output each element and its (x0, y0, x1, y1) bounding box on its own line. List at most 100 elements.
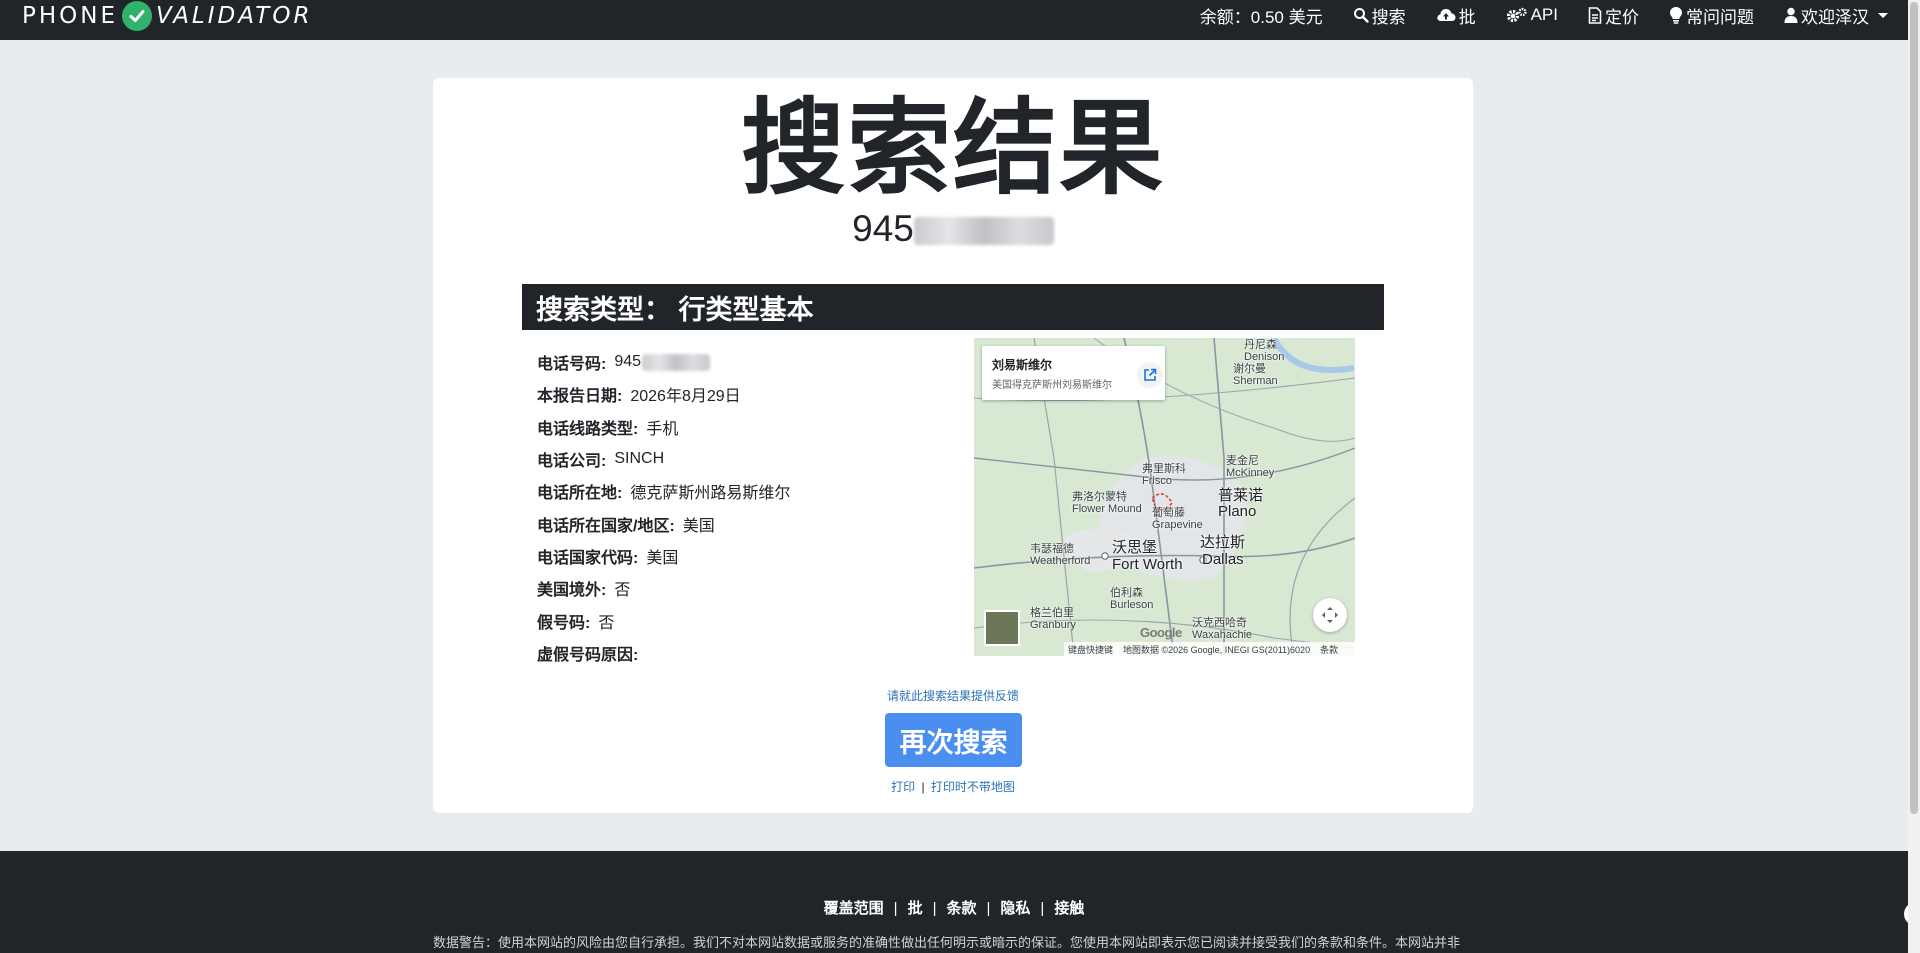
map-label-waxahachie: 沃克西哈奇 Waxahachie (1192, 617, 1253, 641)
field-value: 2026年8月29日 (630, 388, 741, 406)
balance-display: 余额：0.50 美元 (1199, 7, 1323, 27)
redacted-digits (913, 217, 1054, 246)
print-links: 打印 | 打印时不带地图 (433, 778, 1473, 795)
nav-menu: 余额：0.50 美元 搜索 批 API 定价 常问问题 欢迎泽汉 (1200, 0, 1888, 30)
search-again-button[interactable]: 再次搜索 (885, 713, 1022, 767)
google-logo: Google (1140, 625, 1182, 640)
cloud-upload-icon (1436, 9, 1456, 21)
print-link[interactable]: 打印 (891, 780, 915, 794)
field-value: 945 (614, 353, 642, 371)
field-phone-number: 电话号码: 945 (537, 346, 790, 378)
gears-icon (1506, 7, 1527, 23)
chevron-down-icon (1878, 12, 1888, 18)
map-label-weatherford: 韦瑟福德 Weatherford (1030, 543, 1091, 567)
field-value: 手机 (646, 420, 679, 438)
external-link-icon (1144, 368, 1157, 381)
result-fields: 电话号码: 945 本报告日期: 2026年8月29日 电话线路类型: 手机 电… (537, 346, 790, 669)
field-location: 电话所在地: 德克萨斯州路易斯维尔 (537, 475, 790, 507)
field-value: SINCH (614, 450, 665, 468)
map-place-card: 刘易斯维尔 美国得克萨斯州刘易斯维尔 (982, 346, 1165, 400)
map-attribution-bar: 键盘快捷键 地图数据 ©2026 Google, INEGI GS(2011)6… (1064, 642, 1355, 656)
map-label-granbury: 格兰伯里 Granbury (1030, 607, 1076, 631)
footer-separator: | (932, 900, 937, 917)
footer-link-coverage[interactable]: 覆盖范围 (824, 900, 884, 917)
page-title: 搜索结果 (740, 91, 1165, 207)
field-country-code: 电话国家代码: 美国 (537, 540, 790, 572)
data-warning-text: 数据警告：使用本网站的风险由您自行承担。我们不对本网站数据或服务的准确性做出任何… (433, 935, 1461, 950)
field-line-type: 电话线路类型: 手机 (537, 411, 790, 443)
field-outside-us: 美国境外: 否 (537, 572, 790, 604)
field-report-date: 本报告日期: 2026年8月29日 (537, 378, 790, 410)
field-label: 美国境外: (537, 582, 607, 600)
nav-faq-label: 常问问题 (1686, 7, 1754, 27)
map-label-frisco: 弗里斯科 Frisco (1142, 463, 1186, 487)
nav-api-label: API (1530, 5, 1558, 24)
user-icon (1784, 7, 1798, 23)
page-footer: 覆盖范围 | 批 | 条款 | 隐私 | 接触 数据警告：使用本网站的风险由您自行承担。我们不对… (0, 851, 1908, 953)
map-label-mckinney: 麦金尼 McKinney (1226, 455, 1275, 479)
map-label-grapevine: 葡萄藤 Grapevine (1152, 507, 1203, 531)
field-label: 电话所在国家/地区: (537, 517, 675, 535)
footer-link-contact[interactable]: 接触 (1054, 900, 1084, 917)
field-fake-number: 假号码: 否 (537, 604, 790, 636)
map-terms-link[interactable]: 条款 (1320, 643, 1338, 656)
location-map[interactable]: 丹尼森 Denison 谢尔曼 Sherman 麦金尼 McKinney 弗里斯… (974, 338, 1355, 656)
nav-bulk-link[interactable]: 批 (1436, 3, 1476, 28)
map-label-sherman: 谢尔曼 Sherman (1233, 363, 1278, 387)
map-place-title: 刘易斯维尔 (992, 358, 1053, 372)
lightbulb-icon (1670, 7, 1682, 24)
field-label: 电话所在地: (537, 485, 623, 503)
print-no-map-link[interactable]: 打印时不带地图 (931, 780, 1015, 794)
page-scrollbar[interactable] (1908, 0, 1920, 953)
field-fake-reason: 虚假号码原因: (537, 637, 790, 669)
map-attribution: 地图数据 ©2026 Google, INEGI GS(2011)6020 (1123, 644, 1311, 655)
map-label-dallas-cn: 达拉斯 (1200, 534, 1246, 551)
fullscreen-button[interactable] (1313, 598, 1347, 632)
satellite-toggle[interactable] (984, 610, 1020, 646)
field-country: 电话所在国家/地区: 美国 (537, 507, 790, 539)
field-label: 电话线路类型: (537, 420, 639, 438)
map-label-denison: 丹尼森 Denison (1244, 339, 1285, 363)
map-label-fort-worth-cn: 沃思堡 (1112, 539, 1158, 556)
brand-logo[interactable]: PHONE VALIDATOR (22, 0, 312, 32)
footer-separator: | (986, 900, 991, 917)
field-value: 美国 (682, 517, 715, 535)
footer-link-terms[interactable]: 条款 (946, 900, 976, 917)
map-label-flower-mound: 弗洛尔蒙特 Flower Mound (1072, 491, 1142, 515)
footer-separator: | (893, 900, 898, 917)
nav-pricing-link[interactable]: 定价 (1588, 3, 1639, 28)
map-shortcuts-link[interactable]: 键盘快捷键 (1068, 643, 1113, 656)
scrollbar-thumb[interactable] (1910, 2, 1918, 814)
document-icon (1588, 6, 1602, 24)
fullscreen-icon (1322, 607, 1338, 623)
nav-faq-link[interactable]: 常问问题 (1669, 3, 1754, 28)
phone-number-visible-digits: 945 (852, 208, 914, 249)
phone-number-heading: 945 (433, 208, 1473, 250)
print-separator: | (921, 780, 925, 794)
top-navbar: PHONE VALIDATOR 余额：0.50 美元 搜索 批 API 定价 常… (0, 0, 1908, 40)
footer-link-bulk[interactable]: 批 (908, 900, 923, 917)
nav-search-label: 搜索 (1371, 7, 1406, 27)
search-type-header: 搜索类型： 行类型基本 (522, 284, 1384, 330)
field-label: 虚假号码原因: (537, 646, 639, 664)
field-label: 假号码: (537, 614, 591, 632)
brand-text-validator: VALIDATOR (156, 3, 313, 29)
field-value: 美国 (646, 549, 679, 567)
user-menu-dropdown[interactable]: 欢迎泽汉 (1784, 3, 1888, 28)
nav-pricing-label: 定价 (1605, 7, 1639, 27)
map-label-dallas: Dallas (1202, 551, 1244, 568)
feedback-link[interactable]: 请就此搜索结果提供反馈 (433, 687, 1473, 704)
nav-bulk-label: 批 (1458, 7, 1476, 27)
checkmark-icon (122, 1, 153, 31)
map-label-plano: 普莱诺 Plano (1218, 487, 1264, 520)
field-label: 电话公司: (537, 453, 607, 471)
redacted-digits (642, 353, 711, 371)
open-in-maps-button[interactable] (1137, 362, 1163, 388)
nav-search-link[interactable]: 搜索 (1353, 3, 1406, 28)
field-label: 本报告日期: (537, 388, 623, 406)
footer-link-privacy[interactable]: 隐私 (1000, 900, 1030, 917)
nav-api-link[interactable]: API (1506, 5, 1558, 25)
map-place-subtitle: 美国得克萨斯州刘易斯维尔 (992, 380, 1112, 391)
field-value: 否 (614, 582, 631, 600)
result-card: 搜索结果 945 搜索类型： 行类型基本 电话号码: 945 本报告日期: 20… (433, 78, 1473, 813)
